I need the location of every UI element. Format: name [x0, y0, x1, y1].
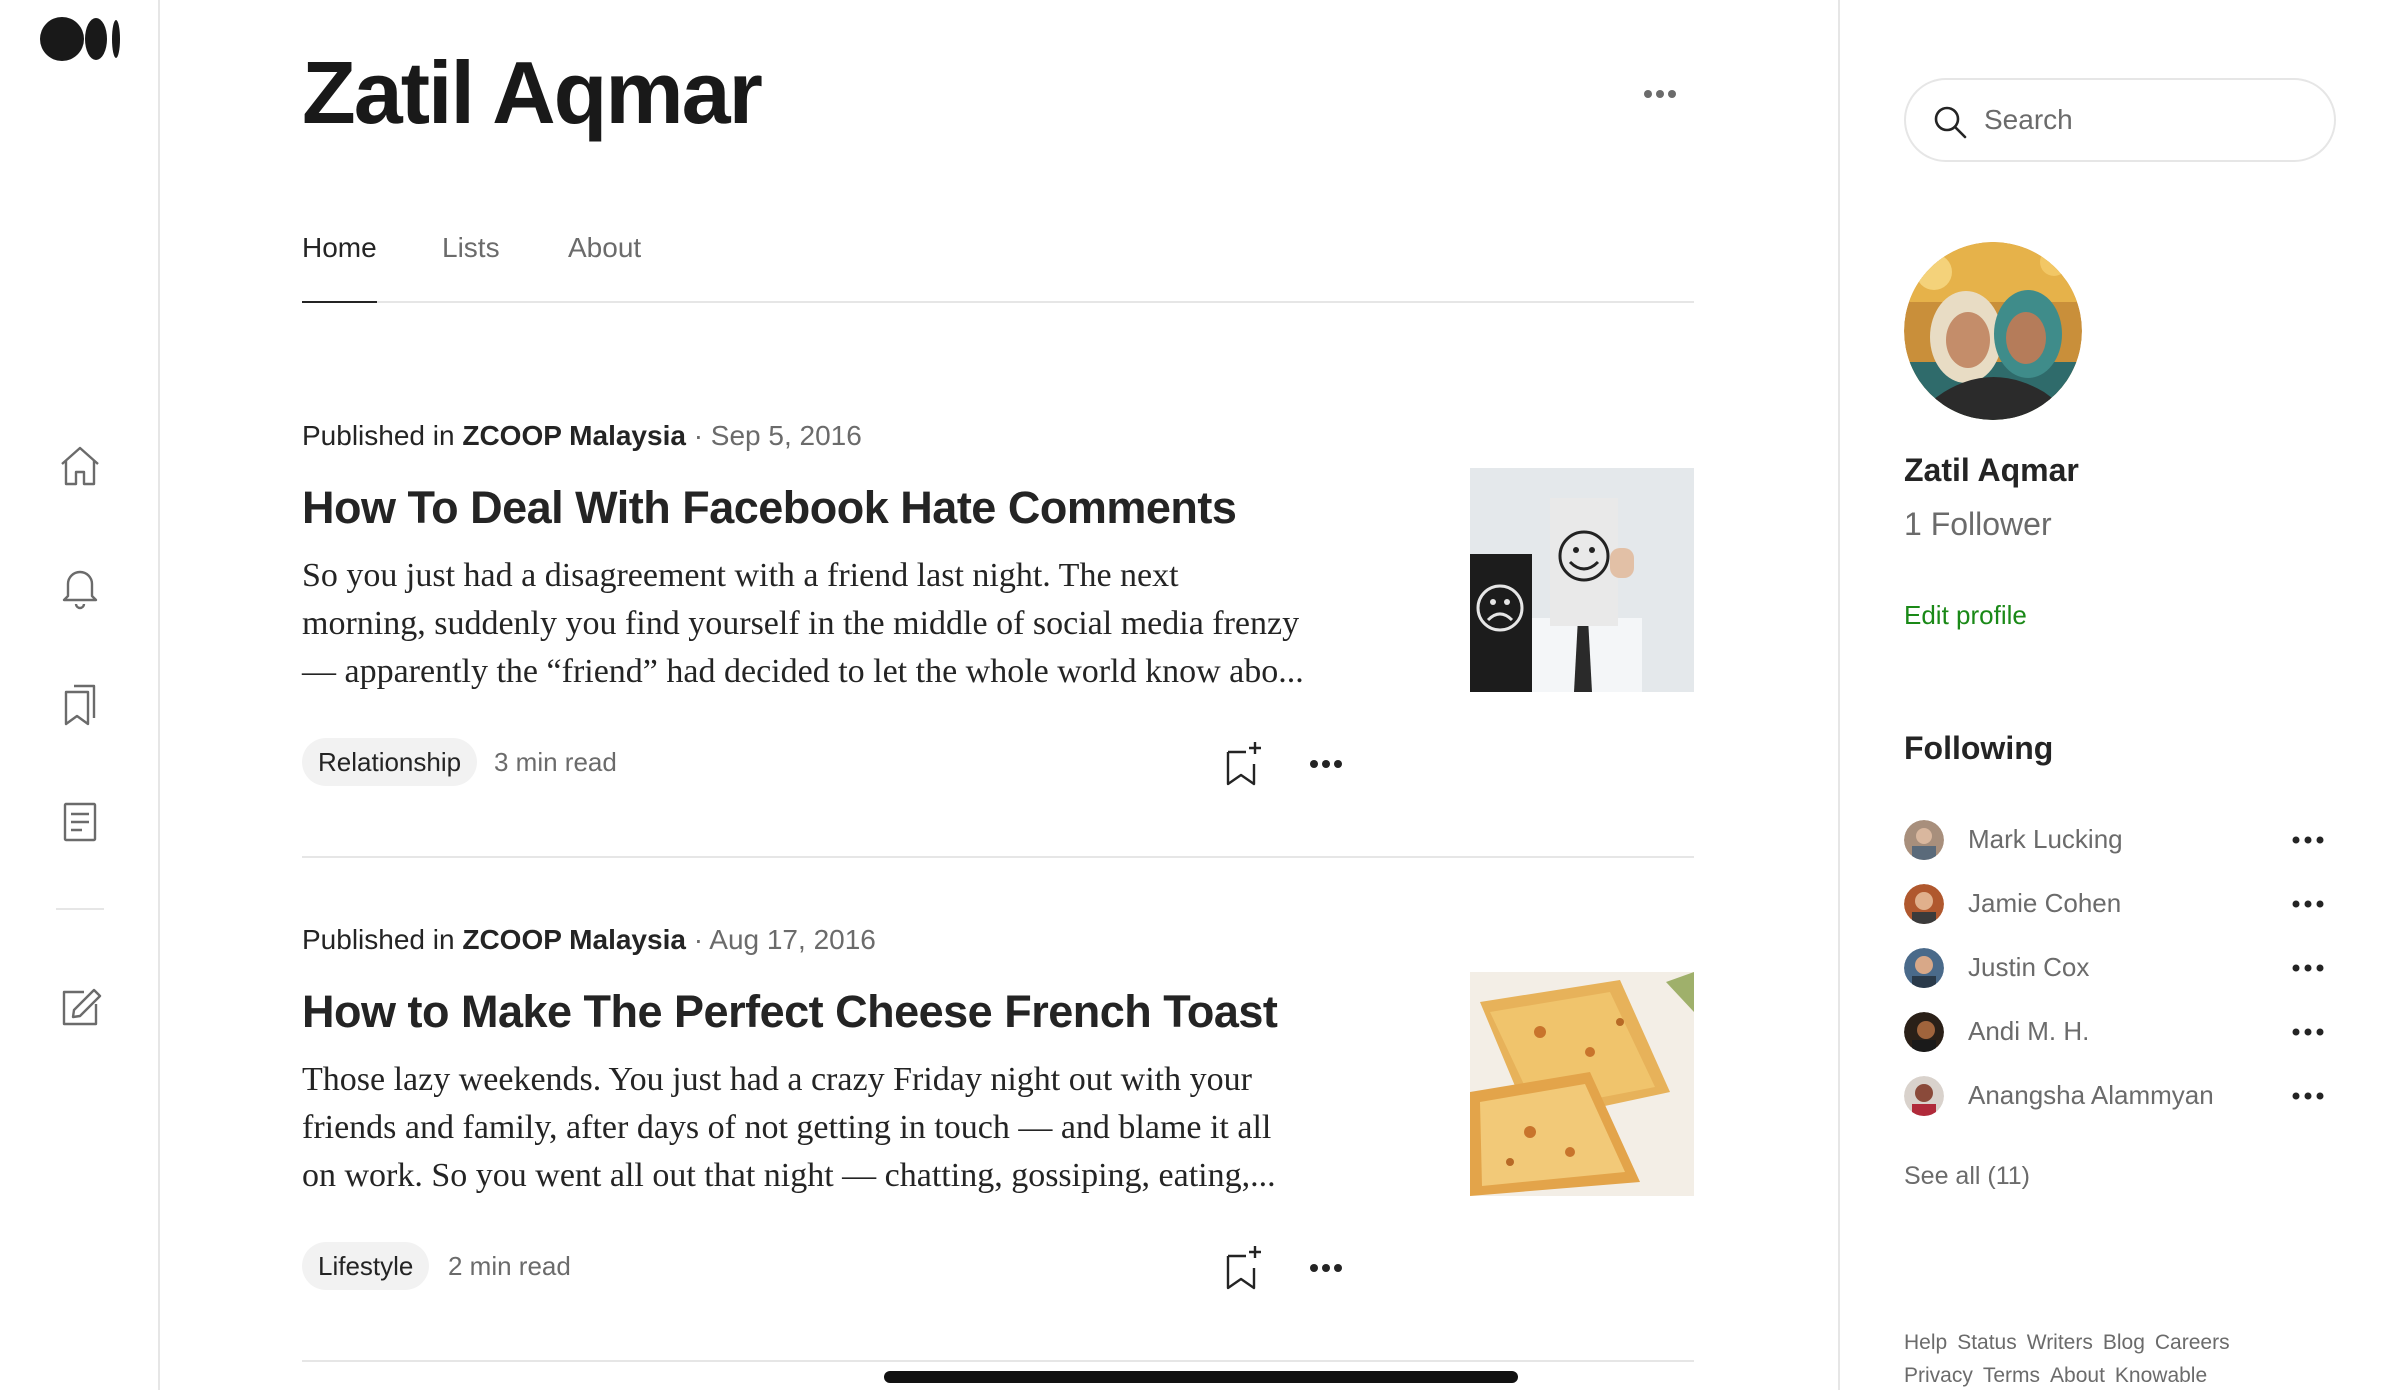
write-icon[interactable] — [56, 984, 104, 1032]
article-thumbnail[interactable] — [1470, 972, 1694, 1196]
article-more-button[interactable] — [1304, 750, 1348, 778]
footer-link-writers[interactable]: Writers — [2027, 1326, 2093, 1359]
following-name[interactable]: Mark Lucking — [1968, 824, 2123, 855]
avatar — [1904, 820, 1944, 860]
search-input[interactable] — [1984, 96, 2304, 144]
article-tag[interactable]: Relationship — [302, 738, 478, 786]
article-title[interactable]: How to Make The Perfect Cheese French To… — [302, 986, 1382, 1038]
rail-divider — [56, 908, 104, 910]
more-icon — [2292, 1028, 2324, 1036]
article-divider — [302, 1360, 1694, 1362]
profile-title: Zatil Aqmar — [302, 43, 763, 142]
left-rail — [0, 0, 160, 1390]
footer-link-about[interactable]: About — [2050, 1359, 2105, 1390]
avatar — [1904, 948, 1944, 988]
search-box[interactable] — [1904, 78, 2336, 162]
profile-more-button[interactable] — [1638, 76, 1682, 112]
footer-link-knowable[interactable]: Knowable — [2115, 1359, 2207, 1390]
published-prefix: Published in — [302, 420, 455, 451]
see-all-link[interactable]: See all (11) — [1904, 1162, 2030, 1191]
following-more-button[interactable] — [2288, 828, 2328, 852]
profile-avatar[interactable] — [1904, 242, 2082, 420]
footer-link-careers[interactable]: Careers — [2155, 1326, 2230, 1359]
avatar — [1904, 1076, 1944, 1116]
following-name[interactable]: Anangsha Alammyan — [1968, 1080, 2214, 1111]
more-icon — [2292, 1092, 2324, 1100]
more-icon — [2292, 964, 2324, 972]
read-time: 3 min read — [494, 747, 617, 777]
more-icon — [2292, 900, 2324, 908]
footer-link-status[interactable]: Status — [1957, 1326, 2017, 1359]
save-icon[interactable] — [1222, 740, 1266, 788]
article-snippet[interactable]: So you just had a disagreement with a fr… — [302, 552, 1362, 696]
following-item[interactable]: Anangsha Alammyan — [1904, 1074, 2336, 1118]
following-item[interactable]: Jamie Cohen — [1904, 882, 2336, 926]
article-tag[interactable]: Lifestyle — [302, 1242, 430, 1290]
following-name[interactable]: Andi M. H. — [1968, 1016, 2089, 1047]
more-icon — [1310, 760, 1342, 768]
publication-name[interactable]: ZCOOP Malaysia — [462, 924, 686, 955]
tab-about[interactable]: About — [568, 228, 641, 303]
profile-tabs: Home Lists About — [302, 228, 1694, 303]
article-date: · Sep 5, 2016 — [693, 420, 862, 451]
edit-profile-link[interactable]: Edit profile — [1904, 600, 2027, 631]
following-name[interactable]: Jamie Cohen — [1968, 888, 2121, 919]
home-icon[interactable] — [56, 442, 104, 490]
following-heading: Following — [1904, 730, 2054, 766]
medium-logo[interactable] — [38, 14, 124, 64]
following-more-button[interactable] — [2288, 956, 2328, 980]
sidebar-divider — [1838, 0, 1840, 1390]
following-name[interactable]: Justin Cox — [1968, 952, 2089, 983]
footer-row: Privacy Terms About Knowable — [1904, 1359, 2324, 1390]
article-divider — [302, 856, 1694, 858]
article-more-button[interactable] — [1304, 1254, 1348, 1282]
publication-line: Published in ZCOOP Malaysia · Aug 17, 20… — [302, 924, 876, 956]
following-item[interactable]: Justin Cox — [1904, 946, 2336, 990]
footer-link-terms[interactable]: Terms — [1983, 1359, 2040, 1390]
article-title[interactable]: How To Deal With Facebook Hate Comments — [302, 482, 1382, 534]
following-item[interactable]: Mark Lucking — [1904, 818, 2336, 862]
bell-icon[interactable] — [56, 562, 104, 610]
following-item[interactable]: Andi M. H. — [1904, 1010, 2336, 1054]
search-icon — [1934, 106, 1967, 139]
sidebar-name[interactable]: Zatil Aqmar — [1904, 452, 2079, 489]
article-snippet[interactable]: Those lazy weekends. You just had a craz… — [302, 1056, 1362, 1200]
home-indicator — [884, 1371, 1518, 1383]
tab-home[interactable]: Home — [302, 228, 377, 303]
article-date: · Aug 17, 2016 — [693, 924, 876, 955]
save-icon[interactable] — [1222, 1244, 1266, 1292]
more-icon — [2292, 836, 2324, 844]
stories-icon[interactable] — [56, 798, 104, 846]
footer-links: Help Status Writers Blog Careers Privacy Term… — [1904, 1326, 2324, 1390]
publication-name[interactable]: ZCOOP Malaysia — [462, 420, 686, 451]
followers-count[interactable]: 1 Follower — [1904, 506, 2052, 543]
article-thumbnail[interactable] — [1470, 468, 1694, 692]
avatar — [1904, 884, 1944, 924]
bookmarks-icon[interactable] — [56, 680, 104, 728]
following-more-button[interactable] — [2288, 1084, 2328, 1108]
following-more-button[interactable] — [2288, 892, 2328, 916]
footer-link-privacy[interactable]: Privacy — [1904, 1359, 1973, 1390]
published-prefix: Published in — [302, 924, 455, 955]
more-icon — [1310, 1264, 1342, 1272]
avatar — [1904, 1012, 1944, 1052]
footer-row: Help Status Writers Blog Careers — [1904, 1326, 2324, 1359]
footer-link-help[interactable]: Help — [1904, 1326, 1947, 1359]
footer-link-blog[interactable]: Blog — [2103, 1326, 2145, 1359]
following-more-button[interactable] — [2288, 1020, 2328, 1044]
publication-line: Published in ZCOOP Malaysia · Sep 5, 201… — [302, 420, 862, 452]
tab-lists[interactable]: Lists — [442, 228, 500, 303]
more-icon — [1644, 90, 1676, 98]
read-time: 2 min read — [448, 1251, 571, 1281]
